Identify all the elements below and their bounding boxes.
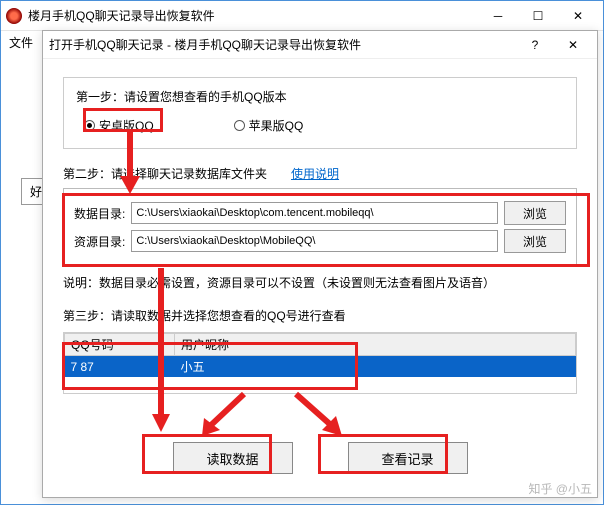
radio-icon	[234, 120, 245, 131]
data-dir-input[interactable]	[131, 202, 498, 224]
col-qq[interactable]: QQ号码	[65, 334, 175, 356]
watermark: 知乎 @小五	[528, 480, 592, 497]
data-dir-label: 数据目录:	[74, 205, 125, 222]
radio-apple-label: 苹果版QQ	[249, 117, 304, 134]
radio-apple[interactable]: 苹果版QQ	[234, 117, 304, 134]
cell-qq: 7 87	[65, 356, 175, 378]
note-text: 说明：数据目录必需设置，资源目录可以不设置（未设置则无法查看图片及语音）	[63, 274, 577, 291]
dialog-close-button[interactable]: ✕	[561, 38, 585, 52]
help-link[interactable]: 使用说明	[291, 165, 339, 182]
read-button[interactable]: 读取数据	[173, 442, 293, 474]
radio-icon	[84, 120, 95, 131]
menu-file[interactable]: 文件	[9, 34, 33, 51]
qq-table[interactable]: QQ号码 用户昵称 7 87 小五	[63, 332, 577, 394]
table-row[interactable]: 7 87 小五	[65, 356, 576, 378]
path-group: 数据目录: 浏览 资源目录: 浏览	[63, 188, 577, 266]
dialog-titlebar: 打开手机QQ聊天记录 - 楼月手机QQ聊天记录导出恢复软件 ? ✕	[43, 31, 597, 59]
close-button[interactable]: ✕	[558, 2, 598, 30]
open-dialog: 打开手机QQ聊天记录 - 楼月手机QQ聊天记录导出恢复软件 ? ✕ 第一步：请设…	[42, 30, 598, 498]
dialog-help-button[interactable]: ?	[523, 38, 547, 52]
res-dir-input[interactable]	[131, 230, 498, 252]
step2-label: 第二步：请选择聊天记录数据库文件夹	[63, 165, 267, 182]
res-dir-label: 资源目录:	[74, 233, 125, 250]
radio-android-label: 安卓版QQ	[99, 117, 154, 134]
col-nick[interactable]: 用户昵称	[175, 334, 576, 356]
browse-res-button[interactable]: 浏览	[504, 229, 566, 253]
app-icon	[6, 8, 22, 24]
cell-nick: 小五	[175, 356, 576, 378]
view-button[interactable]: 查看记录	[348, 442, 468, 474]
minimize-button[interactable]: ─	[478, 2, 518, 30]
browse-data-button[interactable]: 浏览	[504, 201, 566, 225]
step3-label: 第三步：请读取数据并选择您想查看的QQ号进行查看	[63, 307, 577, 324]
dialog-title: 打开手机QQ聊天记录 - 楼月手机QQ聊天记录导出恢复软件	[49, 36, 523, 53]
main-title: 楼月手机QQ聊天记录导出恢复软件	[28, 7, 478, 24]
step1-group: 第一步：请设置您想查看的手机QQ版本 安卓版QQ 苹果版QQ	[63, 77, 577, 149]
main-titlebar: 楼月手机QQ聊天记录导出恢复软件 ─ ☐ ✕	[1, 1, 603, 31]
maximize-button[interactable]: ☐	[518, 2, 558, 30]
radio-android[interactable]: 安卓版QQ	[84, 117, 154, 134]
step1-label: 第一步：请设置您想查看的手机QQ版本	[76, 88, 564, 105]
